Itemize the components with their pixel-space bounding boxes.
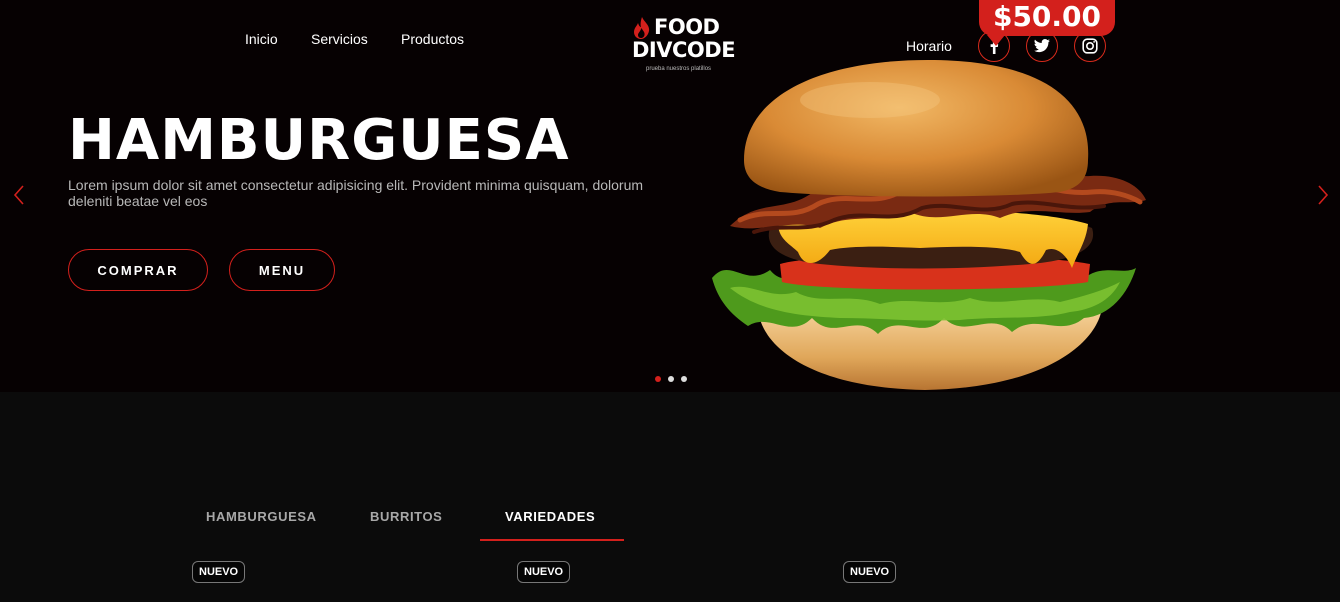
hero-description: Lorem ipsum dolor sit amet consectetur a…	[68, 177, 644, 209]
tab-variedades[interactable]: VARIEDADES	[505, 509, 595, 524]
tab-burritos[interactable]: BURRITOS	[370, 509, 442, 524]
menu-button[interactable]: MENU	[229, 249, 335, 291]
new-badge: NUEVO	[192, 561, 246, 583]
new-badge: NUEVO	[843, 561, 897, 583]
price-tag: $50.00	[979, 0, 1115, 46]
carousel-dot-3[interactable]	[681, 376, 687, 382]
hamburger-image	[712, 60, 1146, 390]
carousel-next-icon[interactable]	[1316, 184, 1330, 206]
flame-icon	[634, 17, 650, 39]
comprar-button[interactable]: COMPRAR	[68, 249, 208, 291]
tab-hamburguesa[interactable]: HAMBURGUESA	[206, 509, 317, 524]
new-badge: NUEVO	[517, 561, 571, 583]
nav-link-horario[interactable]: Horario	[906, 38, 952, 54]
logo-line-1: FOOD	[654, 15, 720, 39]
nav-link-inicio[interactable]: Inicio	[245, 31, 278, 47]
hero-section: Inicio Servicios Productos FOOD DIVCODE …	[0, 0, 1340, 392]
nav-link-servicios[interactable]: Servicios	[311, 31, 368, 47]
carousel-dot-1[interactable]	[655, 376, 661, 382]
nav-link-productos[interactable]: Productos	[401, 31, 464, 47]
carousel-dot-2[interactable]	[668, 376, 674, 382]
hero-title: HAMBURGUESA	[68, 108, 570, 173]
instagram-icon	[1082, 38, 1098, 54]
twitter-icon	[1034, 39, 1050, 53]
active-tab-indicator	[480, 539, 624, 541]
carousel-prev-icon[interactable]	[12, 184, 26, 206]
